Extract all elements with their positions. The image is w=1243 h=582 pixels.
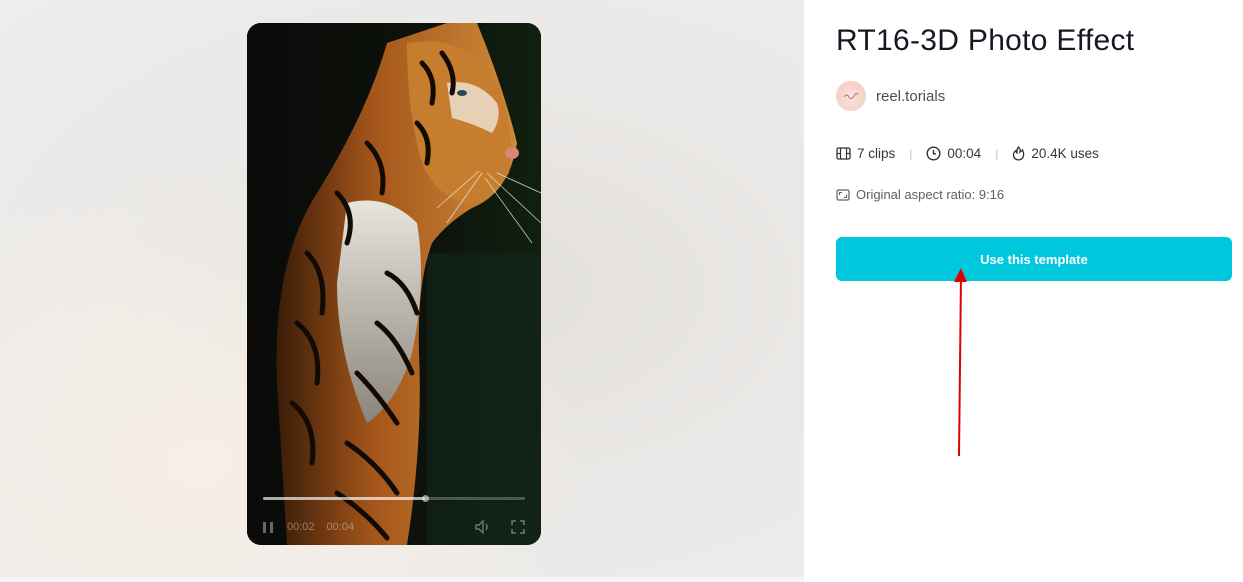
template-title: RT16-3D Photo Effect (836, 24, 1135, 57)
player-controls: 00:02 00:04 (247, 475, 541, 545)
avatar-logo-icon (843, 93, 859, 99)
stat-divider: | (995, 146, 999, 161)
fullscreen-icon[interactable] (511, 520, 525, 534)
red-arrow-up-icon (954, 268, 967, 457)
page-bottom-edge (0, 577, 804, 582)
aspect-ratio-info: Original aspect ratio: 9:16 (836, 187, 1004, 202)
progress-fill (263, 497, 426, 500)
flame-icon (1013, 146, 1025, 161)
uses-stat: 20.4K uses (1012, 146, 1099, 161)
uses-count: 20.4K uses (1031, 146, 1099, 161)
use-template-button[interactable]: Use this template (836, 237, 1232, 281)
tiger-video-frame (247, 23, 541, 545)
pause-icon[interactable] (263, 521, 273, 533)
total-time: 00:04 (326, 521, 355, 533)
author-name[interactable]: reel.torials (876, 88, 945, 105)
clips-stat: 7 clips (836, 146, 895, 161)
progress-bar[interactable] (263, 495, 525, 502)
progress-handle[interactable] (422, 495, 430, 502)
template-info-panel: RT16-3D Photo Effect reel.torials 7 clip… (804, 0, 1243, 582)
author[interactable]: reel.torials (836, 81, 945, 111)
film-icon (836, 147, 851, 160)
volume-icon[interactable] (475, 520, 491, 534)
preview-pane: 00:02 00:04 (0, 0, 804, 577)
clock-icon (926, 146, 941, 161)
clips-count: 7 clips (857, 146, 896, 161)
stat-divider: | (909, 146, 913, 161)
duration-stat: 00:04 (926, 146, 981, 161)
aspect-ratio-icon (836, 188, 850, 201)
duration-value: 00:04 (947, 146, 982, 161)
aspect-ratio-text: Original aspect ratio: 9:16 (856, 187, 1005, 202)
avatar[interactable] (836, 81, 866, 111)
controls-row: 00:02 00:04 (263, 519, 525, 535)
template-stats: 7 clips | 00:04 | 20.4K uses (836, 146, 1099, 161)
current-time: 00:02 (287, 521, 315, 533)
video-player[interactable]: 00:02 00:04 (247, 23, 541, 545)
